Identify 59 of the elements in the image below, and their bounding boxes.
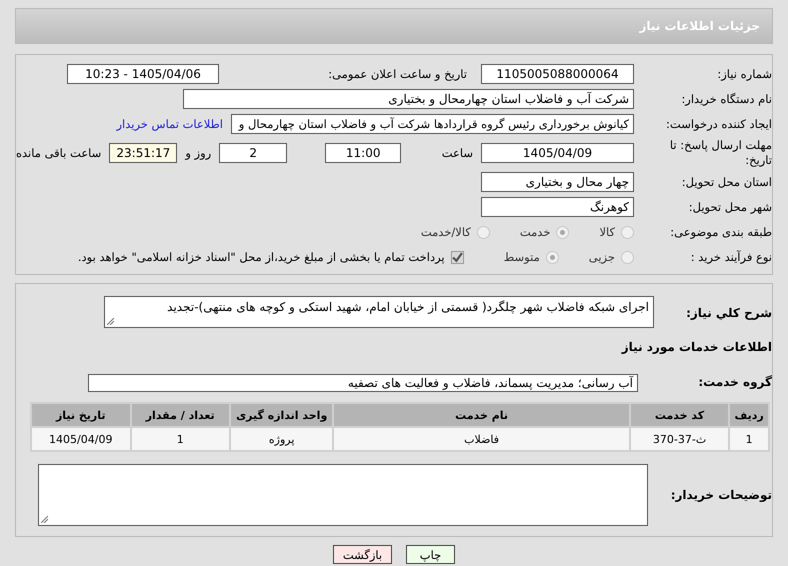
service-group-field: آب رسانی؛ مدیریت پسماند، فاضلاب و فعالیت های تصفیه [88,374,638,392]
resize-grip-icon [41,516,48,523]
checkbox[interactable] [450,250,464,264]
field-label: ساعت [440,146,473,160]
field-label: توضیحات خریدار: [670,488,772,504]
radio-button[interactable] [546,250,559,264]
print-button[interactable]: چاپ [406,545,455,564]
field-label: مهلت ارسال پاسخ: تا تاریخ: [668,138,772,168]
resize-grip-icon [107,318,114,325]
table-cell: پروژه [230,428,332,450]
buyer-notes-field[interactable] [38,464,648,526]
field-label: استان محل تحویل: [680,174,772,190]
radio-option[interactable]: متوسط [504,250,559,264]
column-header: واحد اندازه گیری [230,404,332,426]
radio-button[interactable] [476,226,490,238]
field-label: طبقه بندی موضوعی: [669,224,772,240]
table-cell: فاضلاب [334,428,629,450]
city-field: کوهرنگ [481,197,634,217]
field-label: ساعت باقی مانده [16,146,102,160]
province-field: چهار محال و بختیاری [481,172,634,192]
table-cell: 1405/04/09 [32,428,130,450]
creator-field: کیانوش برخورداری رئیس گروه قراردادها شرکت آب و فاضلاب استان چهارمحال و [231,114,634,134]
column-header: تاریخ نیاز [32,404,130,426]
radio-option[interactable]: کالا [599,225,634,239]
buyer-field: شرکت آب و فاضلاب استان چهارمحال و بختیاری [183,89,634,109]
table-cell: ث-37-370 [630,428,728,450]
field-label: ایجاد کننده درخواست: [665,116,772,132]
column-header: نام خدمت [334,404,629,426]
radio-button[interactable] [621,250,634,264]
field-label: تاریخ و ساعت اعلان عمومی: [327,67,467,81]
payment-note: پرداخت تمام یا بخشی از مبلغ خرید،از محل "اسناد خزانه اسلامی" خواهد بود. [78,250,445,264]
radio-button[interactable] [556,226,570,238]
announce-date-field: 1405/04/06 - 10:23 [67,64,219,84]
column-header: کد خدمت [630,404,728,426]
field-label: گروه خدمت: [697,375,772,391]
radio-option[interactable]: جزیی [588,250,634,264]
contact-link[interactable]: اطلاعات تماس خریدار [116,117,223,131]
need-number-field: 1105005088000064 [481,64,634,84]
column-header: تعداد / مقدار [132,404,229,426]
field-label: شهر محل تحویل: [688,200,772,214]
field-label: شماره نیاز: [716,66,772,82]
radio-button[interactable] [621,226,634,238]
field-label: نوع فرآیند خرید : [690,250,772,264]
back-button[interactable]: بازگشت [333,545,392,564]
radio-option[interactable]: خدمت [520,225,570,239]
deadline-time-field: 11:00 [325,143,402,163]
table-cell: 1 [132,428,229,450]
deadline-date-field: 1405/04/09 [481,143,634,163]
field-label: نام دستگاه خریدار: [680,92,772,106]
column-header: ردیف [730,404,768,426]
radio-option[interactable]: کالا/خدمت [420,225,490,239]
table-cell: 1 [730,428,768,450]
field-label: روز و [185,146,212,160]
days-field: 2 [219,143,288,163]
section-heading: اطلاعات خدمات مورد نیاز [622,340,772,354]
remaining-time-field: 23:51:17 [109,143,178,163]
field-label: شرح کلي نياز: [685,306,772,322]
page-title: جزئیات اطلاعات نیاز [639,19,760,33]
description-field: اجرای شبکه فاضلاب شهر چلگرد( قسمتی از خیابان امام، شهید استکی و کوچه های منتهی)-تجدید [104,296,654,328]
